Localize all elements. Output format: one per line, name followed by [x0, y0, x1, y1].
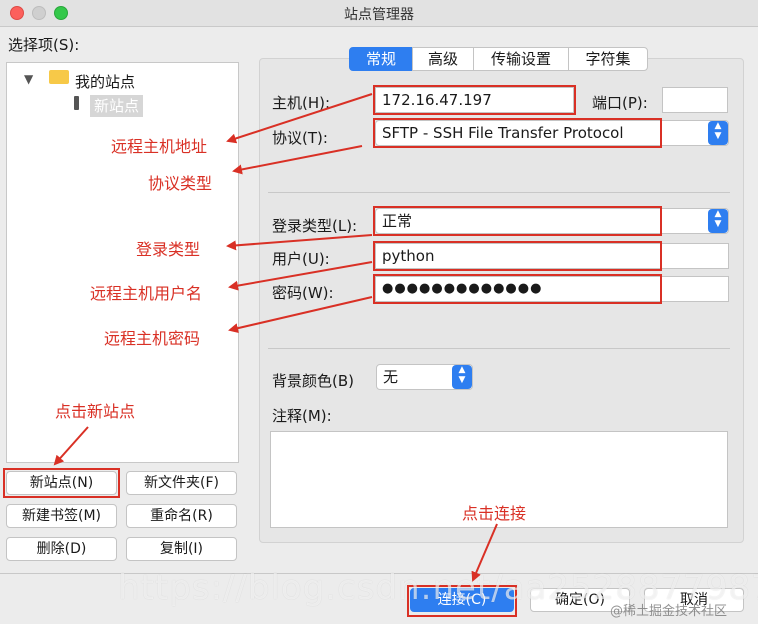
annotation-click-new-site: 点击新站点: [55, 402, 136, 421]
annotation-remote-user: 远程主机用户名: [90, 284, 203, 303]
credit-watermark: @稀土掘金技术社区: [610, 604, 728, 619]
new-site-arrow: [53, 426, 89, 466]
annotation-arrows: [53, 93, 498, 582]
annotation-click-connect: 点击连接: [462, 504, 527, 523]
password-arrow: [228, 296, 373, 334]
site-manager-window: 站点管理器 选择项(S): ▼ 我的站点 新站点 新站点(N) 新文件夹(F) …: [0, 0, 758, 624]
protocol-arrow: [232, 145, 363, 175]
annotation-remote-password: 远程主机密码: [104, 329, 201, 348]
annotation-remote-host: 远程主机地址: [111, 137, 208, 156]
annotation-login-type: 登录类型: [136, 240, 201, 259]
login-type-arrow: [226, 234, 373, 251]
user-arrow: [228, 261, 373, 291]
annotation-protocol-type: 协议类型: [148, 174, 213, 193]
remote-host-arrow: [226, 93, 373, 144]
